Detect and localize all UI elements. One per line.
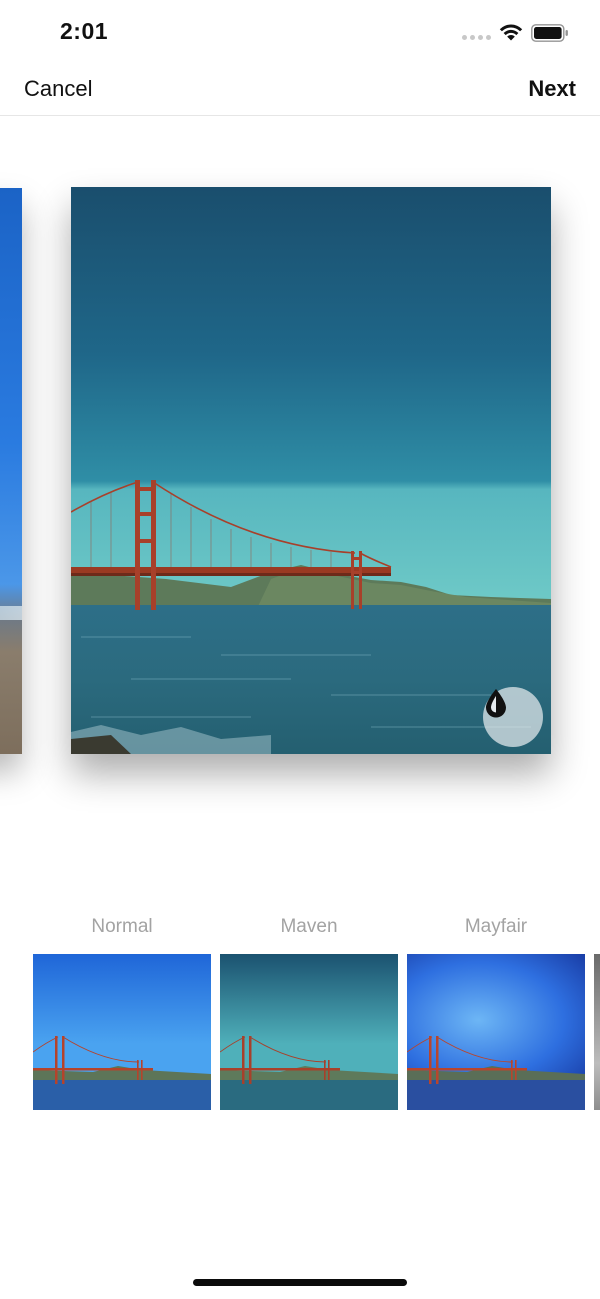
thumb-photo-normal	[33, 954, 211, 1110]
home-indicator[interactable]	[193, 1279, 407, 1286]
cancel-button[interactable]: Cancel	[24, 76, 92, 102]
filter-strip[interactable]	[0, 954, 600, 1110]
filter-label-maven: Maven	[280, 916, 338, 937]
next-button[interactable]: Next	[528, 76, 576, 102]
status-time: 2:01	[60, 18, 109, 44]
previous-photo[interactable]	[0, 188, 22, 754]
filter-thumb-mayfair[interactable]	[407, 954, 585, 1110]
filter-label-mayfair: Mayfair	[464, 916, 528, 937]
main-photo-preview[interactable]	[71, 187, 551, 754]
thumb-photo-mayfair	[407, 954, 585, 1110]
filter-labels: Normal Maven Mayfair	[0, 916, 600, 946]
droplet-icon	[486, 689, 506, 718]
filter-thumb-maven[interactable]	[220, 954, 398, 1110]
filter-intensity-button[interactable]	[483, 687, 543, 747]
wifi-icon	[499, 24, 523, 41]
battery-icon	[531, 24, 568, 42]
status-bar: 2:01	[0, 0, 600, 64]
nav-bar: Cancel Next	[0, 64, 600, 116]
filter-thumb-next-partial[interactable]	[594, 954, 600, 1110]
photo-carousel[interactable]	[0, 116, 600, 876]
filter-thumb-normal[interactable]	[33, 954, 211, 1110]
filter-label-normal: Normal	[91, 916, 153, 937]
thumb-photo-maven	[220, 954, 398, 1110]
golden-gate-photo	[71, 187, 551, 754]
signal-dots-icon	[462, 35, 491, 40]
